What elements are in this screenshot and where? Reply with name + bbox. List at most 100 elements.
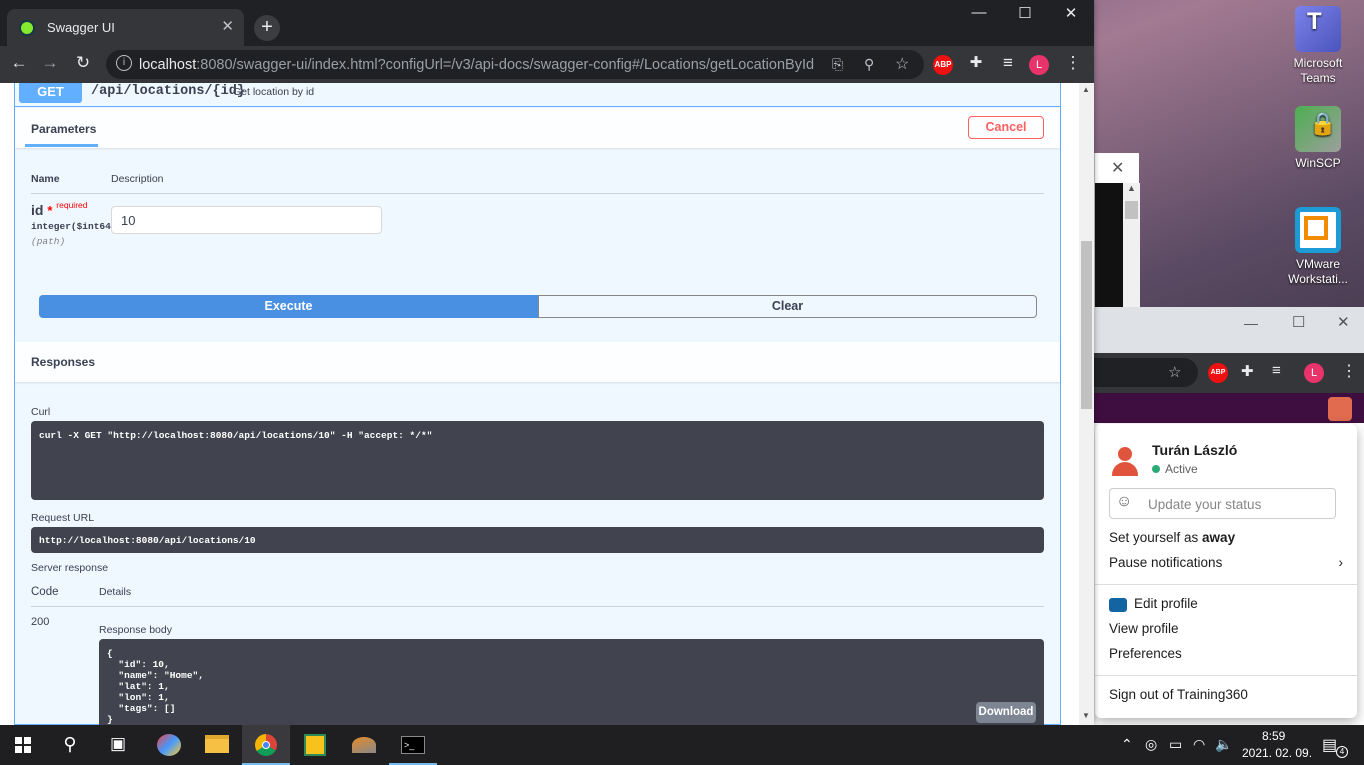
- scrollbar[interactable]: ▲: [1123, 183, 1140, 307]
- media-icon[interactable]: ≡: [996, 53, 1020, 73]
- maximize-icon[interactable]: ☐: [1002, 4, 1048, 22]
- taskbar-app-winscp[interactable]: [340, 725, 388, 765]
- minimize-icon[interactable]: —: [1244, 315, 1258, 331]
- method-badge[interactable]: GET: [19, 83, 82, 103]
- chevron-down-icon[interactable]: ▼: [1082, 711, 1090, 720]
- response-code: 200: [31, 616, 50, 628]
- close-tab-icon[interactable]: ✕: [221, 17, 234, 35]
- extensions-icon[interactable]: ✚: [1241, 362, 1254, 380]
- responses-header: Responses: [15, 342, 1060, 382]
- scrollbar-thumb[interactable]: [1081, 241, 1092, 409]
- close-icon[interactable]: ✕: [1337, 313, 1350, 331]
- profile-avatar[interactable]: L: [1029, 55, 1049, 75]
- pause-notifications-item[interactable]: Pause notifications ›: [1109, 555, 1343, 570]
- tab-swagger[interactable]: Swagger UI ✕: [7, 9, 244, 46]
- close-icon[interactable]: ✕: [1111, 158, 1124, 178]
- taskbar-app-explorer[interactable]: [193, 725, 241, 765]
- desktop-icon-teams[interactable]: T Microsoft Teams: [1283, 6, 1353, 86]
- parameters-header: Parameters Cancel: [15, 108, 1060, 148]
- status-placeholder: Update your status: [1148, 497, 1262, 512]
- clock-date[interactable]: 2021. 02. 09.: [1242, 746, 1312, 760]
- response-body: { "id": 10, "name": "Home", "lat": 1, "l…: [107, 648, 204, 725]
- execute-button[interactable]: Execute: [39, 295, 538, 318]
- clear-button[interactable]: Clear: [538, 295, 1037, 318]
- start-button[interactable]: [0, 725, 48, 765]
- adblock-icon[interactable]: ABP: [933, 55, 953, 75]
- maximize-icon[interactable]: ☐: [1292, 313, 1305, 331]
- divider: [31, 606, 1044, 607]
- edit-profile-item[interactable]: Edit profile: [1134, 596, 1198, 611]
- wifi-icon[interactable]: ◠: [1193, 736, 1205, 753]
- curl-command: curl -X GET "http://localhost:8080/api/l…: [39, 430, 433, 441]
- chevron-up-icon[interactable]: ⌃: [1121, 736, 1133, 753]
- operation-path[interactable]: /api/locations/{id}: [91, 84, 245, 99]
- forward-icon[interactable]: →: [38, 53, 62, 73]
- download-button[interactable]: Download: [976, 702, 1036, 723]
- more-menu-icon[interactable]: ⋮: [1061, 53, 1085, 73]
- url-path: :8080/swagger-ui/index.html?configUrl=/v…: [196, 57, 815, 73]
- page-scrollbar[interactable]: ▲ ▼: [1079, 83, 1094, 725]
- preferences-item[interactable]: Preferences: [1109, 646, 1182, 661]
- id-input[interactable]: 10: [111, 206, 382, 234]
- taskbar-app-paint[interactable]: [145, 725, 193, 765]
- star-icon[interactable]: ☆: [1168, 363, 1181, 381]
- background-window[interactable]: ✕ ▲: [1094, 153, 1140, 307]
- sign-out-item[interactable]: Sign out of Training360: [1109, 687, 1248, 702]
- adblock-icon[interactable]: ABP: [1208, 363, 1228, 383]
- taskbar-app-terminal[interactable]: >_: [389, 725, 437, 765]
- more-menu-icon[interactable]: ⋮: [1341, 361, 1357, 381]
- translate-icon[interactable]: ⎘: [832, 56, 843, 73]
- profile-avatar[interactable]: L: [1304, 363, 1324, 383]
- user-avatar[interactable]: [1328, 397, 1352, 421]
- reload-icon[interactable]: ↻: [71, 53, 95, 73]
- meet-now-icon[interactable]: ◎: [1145, 736, 1157, 753]
- clock-time[interactable]: 8:59: [1262, 729, 1285, 743]
- chevron-right-icon: ›: [1338, 555, 1344, 570]
- battery-icon[interactable]: ▭: [1169, 736, 1182, 753]
- omnibox[interactable]: ☆: [1094, 358, 1198, 387]
- media-icon[interactable]: ≡: [1272, 362, 1281, 379]
- task-view-button[interactable]: ▣: [94, 725, 142, 765]
- status-input[interactable]: ☺ Update your status: [1109, 488, 1336, 519]
- user-name: Turán László: [1152, 442, 1238, 458]
- taskbar-app-chrome[interactable]: [242, 725, 290, 765]
- address-bar[interactable]: i localhost:8080/swagger-ui/index.html?c…: [106, 50, 924, 79]
- scrollbar-thumb[interactable]: [1125, 201, 1138, 219]
- star-icon[interactable]: ☆: [895, 54, 909, 74]
- windows-icon: [15, 737, 31, 753]
- operation-block: GET /api/locations/{id} Get location by …: [14, 83, 1061, 725]
- slack-user-menu: Turán László Active ☺ Update your status…: [1095, 424, 1357, 718]
- desktop-icon-winscp[interactable]: 🔒 WinSCP: [1283, 106, 1353, 171]
- notification-icon[interactable]: ▤: [1322, 735, 1337, 755]
- chevron-up-icon[interactable]: ▲: [1127, 183, 1136, 193]
- toolbar: ← → ↻ i localhost:8080/swagger-ui/index.…: [0, 46, 1094, 83]
- tab-parameters[interactable]: Parameters: [31, 122, 96, 136]
- new-tab-button[interactable]: +: [254, 15, 280, 41]
- taskbar-app-xmind[interactable]: [291, 725, 339, 765]
- camera-icon: [1109, 598, 1127, 612]
- extensions-icon[interactable]: ✚: [964, 53, 988, 71]
- volume-icon[interactable]: 🔈: [1215, 736, 1232, 753]
- curl-block[interactable]: curl -X GET "http://localhost:8080/api/l…: [31, 421, 1044, 500]
- close-window-icon[interactable]: ✕: [1048, 4, 1094, 22]
- column-code-header: Code: [31, 586, 59, 598]
- search-icon: ⚲: [63, 734, 77, 754]
- back-icon[interactable]: ←: [7, 53, 31, 73]
- paint-icon: [157, 734, 181, 756]
- swagger-page: GET /api/locations/{id} Get location by …: [0, 83, 1079, 725]
- view-profile-item[interactable]: View profile: [1109, 621, 1179, 636]
- zoom-icon[interactable]: ⚲: [864, 56, 874, 73]
- tab-bar: Swagger UI ✕ + — ☐ ✕: [0, 0, 1094, 46]
- response-body-block[interactable]: { "id": 10, "name": "Home", "lat": 1, "l…: [99, 639, 1044, 725]
- chevron-up-icon[interactable]: ▲: [1082, 85, 1090, 94]
- desktop-icon-vmware[interactable]: VMware Workstati...: [1283, 207, 1353, 287]
- cancel-button[interactable]: Cancel: [968, 116, 1044, 139]
- tab-title: Swagger UI: [47, 20, 115, 35]
- set-away-item[interactable]: Set yourself as away: [1109, 530, 1235, 545]
- info-icon[interactable]: i: [116, 55, 132, 71]
- minimize-icon[interactable]: —: [956, 4, 1002, 21]
- xmind-icon: [304, 734, 326, 756]
- request-url-block[interactable]: http://localhost:8080/api/locations/10: [31, 527, 1044, 553]
- swagger-browser-window: Swagger UI ✕ + — ☐ ✕ ← → ↻ i localhost:8…: [0, 0, 1094, 725]
- search-button[interactable]: ⚲: [46, 725, 94, 765]
